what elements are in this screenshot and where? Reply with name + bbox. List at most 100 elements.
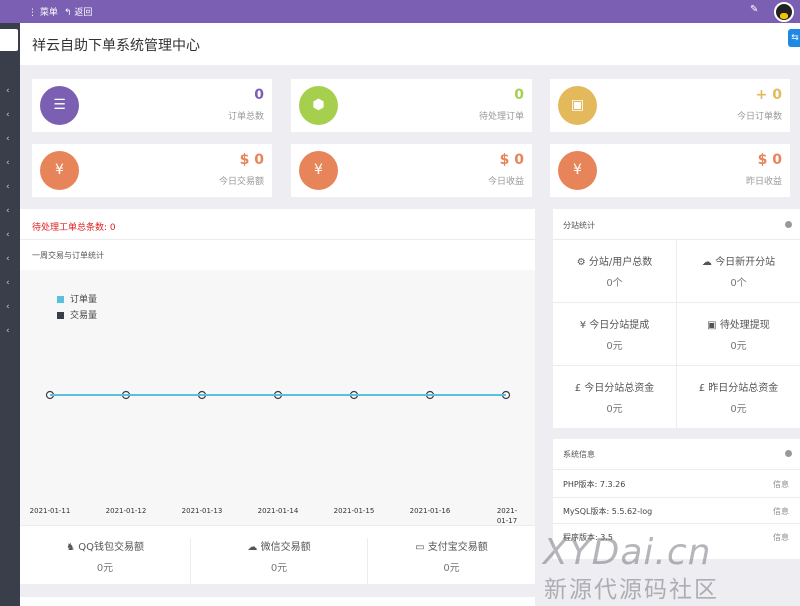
sidebar-chevron-icon[interactable]: ‹: [6, 302, 10, 312]
cloud-icon: ☁: [701, 257, 712, 268]
menu-label: 菜单: [39, 8, 58, 18]
sitemap-icon: ⚙: [576, 257, 586, 268]
stat-value: 0元: [606, 341, 623, 352]
today-substation-funds-stat: £ 今日分站总资金 0元: [553, 379, 676, 415]
sidebar-search-input[interactable]: [0, 29, 18, 51]
pending-withdrawal-stat: ▣ 待处理提现 0元: [677, 316, 800, 352]
yen-icon: ¥: [558, 151, 597, 190]
main-stats-panel: 待处理工单总条数: 0 一周交易与订单统计 订单量 交易量 2021-01-11…: [20, 209, 535, 584]
stat-value: 0: [254, 87, 264, 103]
substation-panel: 分站统计 ⚙ 分站/用户总数 0个 ☁ 今日新开分站 0个 ¥ 今日分站提成 0…: [553, 209, 800, 428]
sidebar-chevron-icon[interactable]: ‹: [6, 86, 10, 96]
stat-label: 订单总数: [227, 112, 264, 122]
stat-value: 0个: [730, 278, 747, 289]
credit-card-icon: ▭: [415, 542, 425, 553]
substation-commission-stat: ¥ 今日分站提成 0元: [553, 316, 676, 352]
divider: [553, 523, 800, 524]
stat-value: $ 0: [239, 152, 264, 168]
pound-icon: £: [698, 383, 706, 394]
divider: [20, 525, 535, 526]
stat-card-today-income: ¥ $ 0 今日收益: [291, 144, 532, 197]
panel-title: 分站统计: [563, 221, 595, 230]
stat-value: 0元: [443, 563, 460, 574]
avatar[interactable]: [774, 2, 794, 22]
side-toggle-button[interactable]: ⇆: [788, 29, 800, 47]
divider: [553, 302, 800, 303]
wrench-icon[interactable]: ✎: [750, 4, 758, 15]
info-badge: 信息: [773, 480, 789, 489]
list-icon: ☰: [40, 86, 79, 125]
x-tick-label: 2021-01-14: [257, 507, 299, 515]
line-chart: 订单量 交易量 2021-01-11 2021-01-12 2021-01-13…: [20, 270, 535, 525]
menu-button[interactable]: ⋮ 菜单: [28, 5, 58, 18]
page-title: 祥云自助下单系统管理中心: [32, 38, 200, 54]
yen-icon: ¥: [579, 320, 587, 331]
cube-icon: ⬢: [299, 86, 338, 125]
back-button[interactable]: ↰ 返回: [64, 5, 92, 18]
sidebar-chevron-icon[interactable]: ‹: [6, 326, 10, 336]
watermark-text: XYDai.cn: [543, 532, 712, 573]
stat-value: $ 0: [499, 152, 524, 168]
stat-label: 支付宝交易额: [427, 542, 488, 553]
stat-label: 微信交易额: [260, 542, 311, 553]
stat-label: 今日订单数: [736, 112, 782, 122]
new-substation-stat: ☁ 今日新开分站 0个: [677, 253, 800, 289]
yen-icon: ¥: [40, 151, 79, 190]
wechat-icon: ☁: [247, 542, 258, 553]
back-label: 返回: [74, 8, 93, 18]
divider: [20, 239, 535, 240]
sidebar-chevron-icon[interactable]: ‹: [6, 230, 10, 240]
x-tick-label: 2021-01-15: [333, 507, 375, 515]
stat-value: 0元: [730, 404, 747, 415]
info-badge: 信息: [773, 533, 789, 542]
money-icon: ▣: [707, 320, 717, 331]
alipay-stat: ▭ 支付宝交易额 0元: [367, 538, 535, 584]
x-tick-label: 2021-01-16: [409, 507, 451, 515]
stat-value: 0元: [96, 563, 114, 574]
substation-count-stat: ⚙ 分站/用户总数 0个: [553, 253, 676, 289]
wechat-stat: ☁ 微信交易额 0元: [190, 538, 367, 584]
stat-value: 0元: [270, 563, 288, 574]
stat-label: 昨日分站总资金: [708, 383, 779, 394]
stat-card-today-orders: ▣ + 0 今日订单数: [550, 79, 790, 132]
top-bar: ⋮ 菜单 ↰ 返回 ✎: [0, 0, 800, 23]
panel-toggle-icon[interactable]: [785, 221, 792, 228]
panel-title: 系统信息: [563, 450, 595, 459]
stat-label: 今日交易额: [218, 177, 264, 187]
stat-label: 待处理提现: [719, 320, 770, 331]
stat-card-total-orders: ☰ 0 订单总数: [32, 79, 272, 132]
sidebar-chevron-icon[interactable]: ‹: [6, 278, 10, 288]
briefcase-icon: ▣: [558, 86, 597, 125]
chart-title: 一周交易与订单统计: [32, 251, 104, 260]
sidebar-chevron-icon[interactable]: ‹: [6, 158, 10, 168]
pending-tickets-text[interactable]: 待处理工单总条数: 0: [32, 220, 116, 233]
x-tick-label: 2021-01-17: [496, 507, 518, 525]
x-tick-label: 2021-01-11: [29, 507, 71, 515]
info-badge: 信息: [773, 507, 789, 516]
pound-icon: £: [574, 383, 582, 394]
stat-label: 待处理订单: [478, 112, 524, 122]
sidebar-chevron-icon[interactable]: ‹: [6, 134, 10, 144]
divider: [553, 469, 800, 470]
panel-toggle-icon[interactable]: [785, 450, 792, 457]
stat-card-pending-orders: ⬢ 0 待处理订单: [291, 79, 532, 132]
stat-label: 分站/用户总数: [588, 257, 653, 268]
sidebar-chevron-icon[interactable]: ‹: [6, 110, 10, 120]
stat-value: 0元: [606, 404, 623, 415]
sidebar-chevron-icon[interactable]: ‹: [6, 182, 10, 192]
sidebar-chevron-icon[interactable]: ‹: [6, 206, 10, 216]
x-tick-label: 2021-01-12: [105, 507, 147, 515]
stat-label: 今日分站提成: [589, 320, 650, 331]
stat-value: 0: [514, 87, 524, 103]
back-arrow-icon: ↰: [64, 8, 72, 18]
sidebar-chevron-icon[interactable]: ‹: [6, 254, 10, 264]
stat-value: + 0: [755, 87, 782, 103]
yesterday-substation-funds-stat: £ 昨日分站总资金 0元: [677, 379, 800, 415]
stat-label: 今日新开分站: [715, 257, 776, 268]
yen-icon: ¥: [299, 151, 338, 190]
stat-card-today-volume: ¥ $ 0 今日交易额: [32, 144, 272, 197]
stat-label: 今日分站总资金: [584, 383, 655, 394]
next-panel: [20, 597, 535, 606]
chart-plot: [45, 390, 511, 400]
page-header: 祥云自助下单系统管理中心 ⇆: [20, 23, 800, 65]
